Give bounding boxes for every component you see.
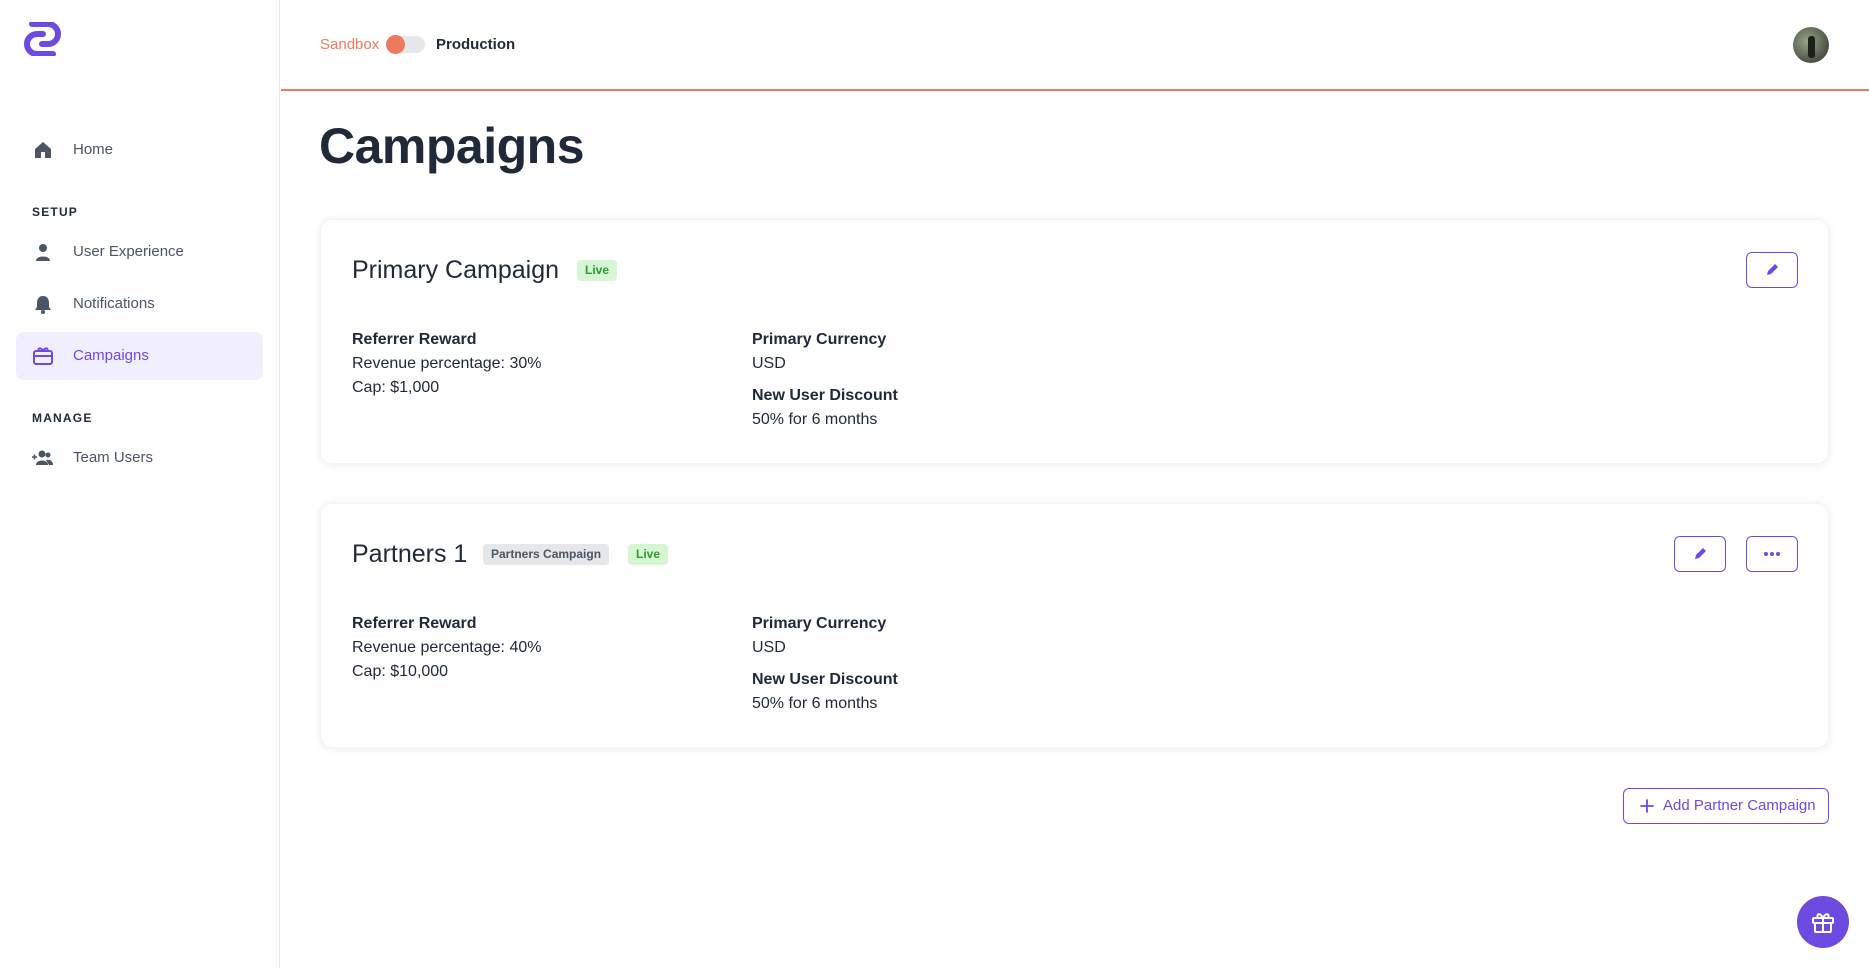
sidebar-item-label: Home [73,141,114,158]
avatar[interactable] [1793,27,1829,63]
sidebar-item-team-users[interactable]: Team Users [16,434,263,482]
campaign-card-partners: Partners 1 Partners Campaign Live Referr… [320,503,1829,748]
home-icon [35,142,51,158]
gift-card-icon [33,347,53,365]
status-badge: Live [628,544,669,565]
ellipsis-icon [1764,552,1780,556]
currency-heading: Primary Currency [752,615,887,632]
campaign-card-primary: Primary Campaign Live Referrer Reward Re… [320,219,1829,464]
sidebar-item-label: Campaigns [73,347,149,364]
discount-value: 50% for 6 months [752,411,878,428]
currency-value: USD [752,639,786,656]
pencil-icon [1767,264,1778,275]
sidebar-item-label: Team Users [73,449,154,466]
page-title: Campaigns [319,118,585,174]
logo-icon[interactable] [20,22,65,56]
campaign-type-badge: Partners Campaign [483,544,610,565]
plus-icon [1640,799,1654,813]
section-label-setup: SETUP [32,205,79,219]
discount-value: 50% for 6 months [752,695,878,712]
campaign-name: Primary Campaign [352,256,560,284]
sidebar-item-notifications[interactable]: Notifications [16,280,263,328]
reward-revenue: Revenue percentage: 40% [352,639,542,656]
top-header: Sandbox Production [281,0,1869,91]
bell-icon [35,296,51,314]
gift-icon [1812,913,1834,933]
reward-revenue: Revenue percentage: 30% [352,355,542,372]
more-options-button[interactable] [1746,536,1798,572]
sidebar-item-label: User Experience [73,243,184,260]
pencil-icon [1695,548,1706,559]
toggle-knob [386,35,405,54]
reward-cap: Cap: $1,000 [352,379,440,396]
env-sandbox-label: Sandbox [320,36,380,53]
add-partner-campaign-button[interactable]: Add Partner Campaign [1623,788,1829,824]
status-badge: Live [577,260,618,281]
gift-fab-button[interactable] [1797,896,1849,948]
user-icon [36,244,50,261]
add-users-icon [32,450,53,465]
section-label-manage: MANAGE [32,411,93,425]
reward-cap: Cap: $10,000 [352,663,449,680]
sidebar-item-user-experience[interactable]: User Experience [16,228,263,276]
sidebar-item-campaigns[interactable]: Campaigns [16,332,263,380]
sidebar: Home SETUP User Experience Notifications… [0,0,280,968]
reward-heading: Referrer Reward [352,331,477,348]
currency-heading: Primary Currency [752,331,887,348]
environment-toggle[interactable] [386,35,425,54]
add-partner-campaign-label: Add Partner Campaign [1663,797,1816,814]
discount-heading: New User Discount [752,387,898,404]
campaign-name: Partners 1 [352,540,468,568]
discount-heading: New User Discount [752,671,898,688]
sidebar-item-label: Notifications [73,295,155,312]
reward-heading: Referrer Reward [352,615,477,632]
edit-campaign-button[interactable] [1746,252,1798,288]
currency-value: USD [752,355,786,372]
env-production-label: Production [436,36,516,53]
sidebar-item-home[interactable]: Home [16,126,263,174]
edit-campaign-button[interactable] [1674,536,1726,572]
